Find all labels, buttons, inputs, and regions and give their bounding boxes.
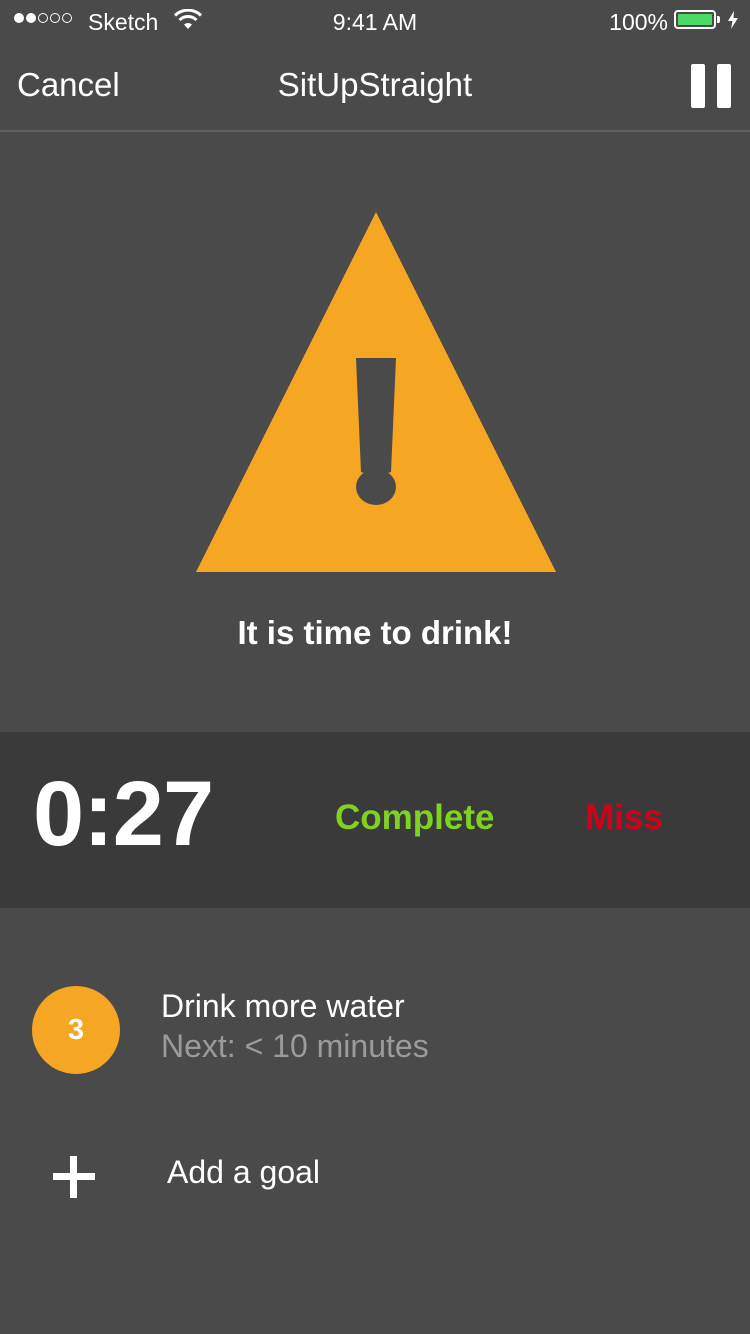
status-bar: Sketch 9:41 AM 100%: [0, 0, 750, 40]
goal-count-badge: 3: [32, 986, 120, 1074]
miss-button[interactable]: Miss: [585, 798, 663, 838]
battery-percent: 100%: [609, 9, 668, 35]
charging-bolt-icon: [728, 11, 738, 29]
plus-icon: [53, 1156, 95, 1198]
goal-list-item[interactable]: 3 Drink more water Next: < 10 minutes: [0, 970, 750, 1090]
page-title: SitUpStraight: [277, 66, 473, 103]
battery-icon: [674, 10, 716, 29]
countdown-timer: 0:27: [33, 763, 214, 865]
add-goal-button[interactable]: Add a goal: [0, 1140, 750, 1210]
goal-next-reminder: Next: < 10 minutes: [161, 1028, 429, 1064]
add-goal-label: Add a goal: [167, 1154, 321, 1190]
goal-title: Drink more water: [161, 988, 405, 1024]
complete-button[interactable]: Complete: [335, 798, 494, 838]
timer-panel: 0:27 Complete Miss: [0, 732, 750, 908]
navigation-bar: Cancel SitUpStraight: [0, 40, 750, 132]
pause-icon[interactable]: [691, 64, 731, 108]
battery-nub: [717, 16, 720, 23]
alert-message: It is time to drink!: [237, 614, 513, 651]
warning-triangle-icon: [196, 212, 556, 572]
